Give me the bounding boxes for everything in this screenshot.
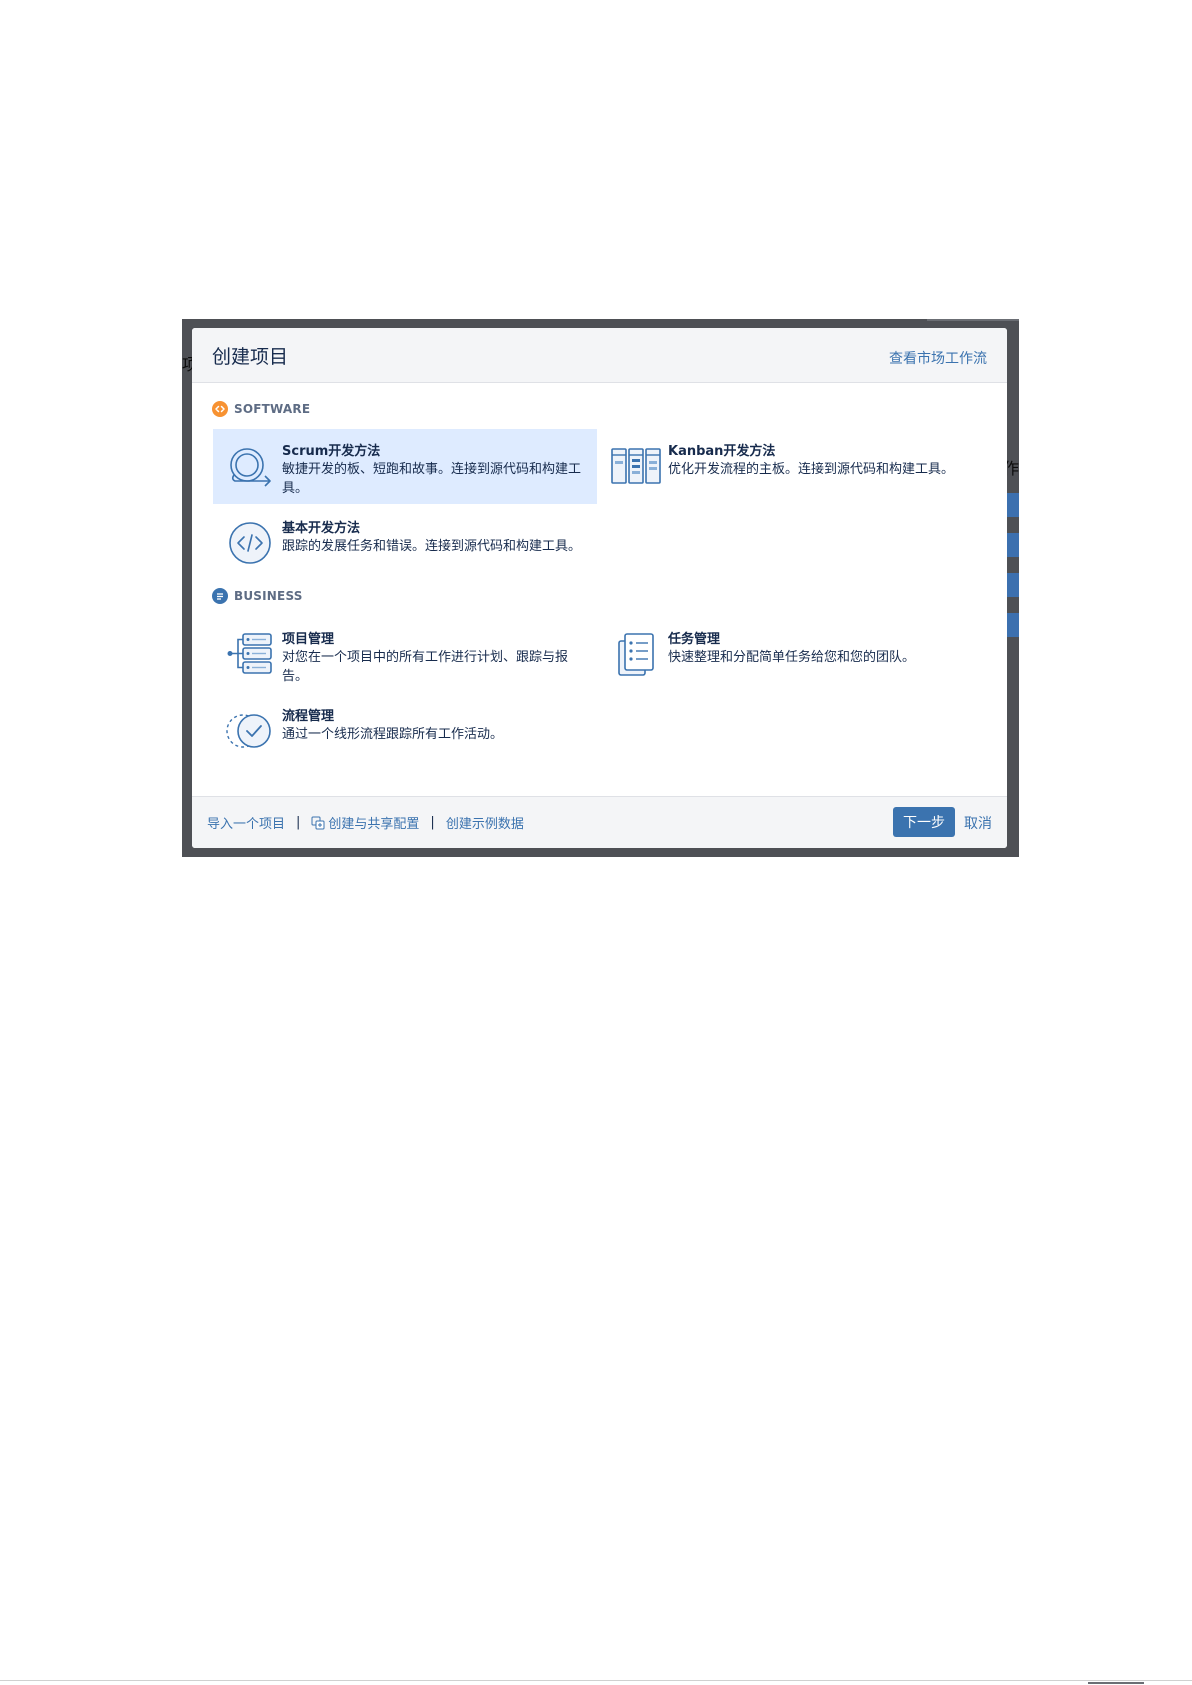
project-type-description: 敏捷开发的板、短跑和故事。连接到源代码和构建工具。	[282, 462, 582, 496]
project-type-project-management[interactable]: 项目管理 对您在一个项目中的所有工作进行计划、跟踪与报告。	[213, 617, 597, 692]
project-type-title: 项目管理	[282, 632, 335, 647]
footer-links: 导入一个项目 | 创建与共享配置 | 创建示例数据	[207, 813, 524, 832]
kanban-board-icon	[611, 448, 661, 484]
project-type-description: 优化开发流程的主板。连接到源代码和构建工具。	[668, 462, 955, 477]
background-link-fragment	[1007, 613, 1019, 637]
page-bottom-border	[0, 1680, 1192, 1681]
dialog-header: 创建项目 查看市场工作流	[192, 328, 1007, 383]
project-type-description: 跟踪的发展任务和错误。连接到源代码和构建工具。	[282, 539, 582, 554]
project-type-basic[interactable]: 基本开发方法 跟踪的发展任务和错误。连接到源代码和构建工具。	[213, 506, 597, 581]
cancel-link[interactable]: 取消	[964, 813, 992, 833]
project-type-title: Scrum开发方法	[282, 444, 381, 459]
document-icon	[212, 588, 228, 604]
project-type-title: 流程管理	[282, 709, 335, 724]
background-link-fragment	[1007, 573, 1019, 597]
import-project-link[interactable]: 导入一个项目	[207, 813, 285, 832]
footer-separator: |	[430, 815, 435, 830]
create-shared-config-label: 创建与共享配置	[328, 817, 420, 832]
background-link-fragment	[1007, 533, 1019, 557]
create-project-dialog: 创建项目 查看市场工作流 SOFTWARE Scrum开发方法 敏捷开发的板、短…	[192, 328, 1007, 848]
view-marketplace-workflows-link[interactable]: 查看市场工作流	[889, 348, 987, 368]
server-stack-icon	[227, 633, 272, 674]
create-sample-data-link[interactable]: 创建示例数据	[446, 813, 524, 832]
project-type-task-management[interactable]: 任务管理 快速整理和分配简单任务给您和您的团队。	[599, 617, 983, 692]
screenshot-frame: 项 作 创建项目 查看市场工作流 SOFTWARE Scrum开发方法 敏捷开发…	[182, 319, 1019, 857]
project-type-title: 基本开发方法	[282, 521, 361, 536]
footer-separator: |	[296, 815, 301, 830]
section-label-text: SOFTWARE	[234, 402, 311, 416]
background-divider	[927, 319, 1019, 321]
code-icon	[212, 401, 228, 417]
page-bottom-mark	[1088, 1682, 1144, 1684]
next-button[interactable]: 下一步	[893, 807, 955, 837]
background-link-fragment	[1007, 493, 1019, 517]
section-label-software: SOFTWARE	[212, 400, 310, 418]
project-type-title: 任务管理	[668, 632, 721, 647]
project-type-description: 快速整理和分配简单任务给您和您的团队。	[668, 650, 916, 665]
process-check-icon	[226, 714, 271, 748]
background-sidebar-fragment: 作	[1003, 371, 1019, 771]
project-type-process-management[interactable]: 流程管理 通过一个线形流程跟踪所有工作活动。	[213, 694, 597, 769]
code-brackets-icon	[229, 522, 271, 564]
project-type-title: Kanban开发方法	[668, 444, 776, 459]
dialog-title: 创建项目	[212, 346, 289, 368]
project-type-kanban[interactable]: Kanban开发方法 优化开发流程的主板。连接到源代码和构建工具。	[599, 429, 983, 504]
project-type-description: 通过一个线形流程跟踪所有工作活动。	[282, 727, 504, 742]
section-label-business: BUSINESS	[212, 587, 303, 605]
task-list-icon	[618, 633, 654, 676]
shared-config-icon	[311, 816, 325, 829]
project-type-description: 对您在一个项目中的所有工作进行计划、跟踪与报告。	[282, 650, 569, 684]
create-shared-config-link[interactable]: 创建与共享配置	[311, 813, 419, 832]
section-label-text: BUSINESS	[234, 589, 303, 603]
project-type-scrum[interactable]: Scrum开发方法 敏捷开发的板、短跑和故事。连接到源代码和构建工具。	[213, 429, 597, 504]
dialog-footer: 导入一个项目 | 创建与共享配置 | 创建示例数据 下一步 取消	[192, 796, 1007, 848]
scrum-loop-icon	[230, 448, 271, 487]
